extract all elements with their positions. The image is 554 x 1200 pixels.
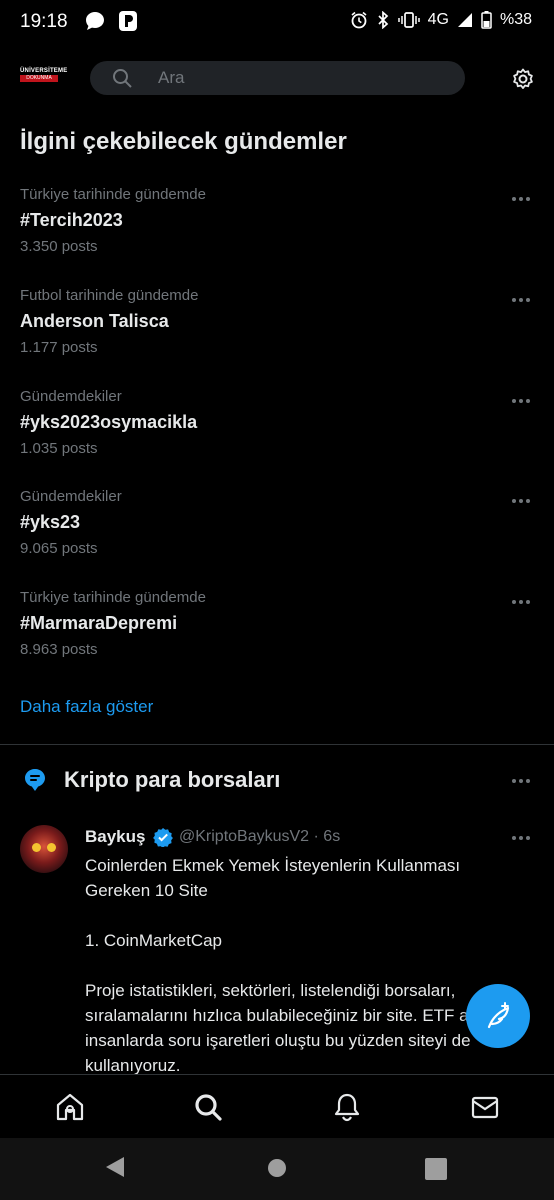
compose-feather-icon [487,1002,510,1029]
trend-context: Türkiye tarihinde gündemde [20,186,206,203]
alarm-icon [351,11,367,29]
more-options-icon[interactable] [512,776,534,786]
topic-bubble-icon [25,769,45,791]
more-options-icon[interactable] [512,396,534,406]
show-more-link[interactable]: Daha fazla göster [20,697,153,717]
search-placeholder: Ara [158,68,185,87]
network-type: 4G [427,11,449,28]
avatar-eye-left [32,843,41,852]
p-app-icon [119,11,137,31]
status-time: 19:18 [20,11,68,32]
compose-button[interactable] [466,984,530,1048]
trend-context: Türkiye tarihinde gündemde [20,589,206,606]
status-bar: 19:18 4G %38 [0,0,554,46]
search-icon [113,69,132,88]
back-icon[interactable] [106,1157,124,1177]
system-nav-bar [0,1138,554,1200]
trend-context: Gündemdekiler [20,388,122,405]
messages-envelope-icon[interactable] [470,1092,500,1122]
logo-line1: ÜNİVERSİTEME [20,68,68,74]
more-options-icon[interactable] [512,496,534,506]
tweet-text-line: 1. CoinMarketCap [85,931,223,950]
more-options-icon[interactable] [512,194,534,204]
chat-bubble-icon [86,12,104,30]
battery-icon [481,11,492,29]
trend-name: #yks2023osymacikla [20,412,198,432]
trend-count: 9.065 posts [20,540,98,557]
avatar[interactable] [20,825,68,873]
notifications-bell-icon[interactable] [332,1092,362,1122]
trend-item[interactable]: Gündemdekiler #yks2023osymacikla 1.035 p… [0,388,554,488]
recents-square-icon[interactable] [425,1158,447,1180]
trend-count: 1.177 posts [20,339,98,356]
signal-icon [457,13,472,27]
trend-context: Gündemdekiler [20,488,122,505]
avatar-eye-right [47,843,56,852]
status-right-group: 4G %38 [350,11,532,29]
section-divider [0,744,554,745]
trends-section-title: İlgini çekebilecek gündemler [20,128,347,155]
trend-name: #MarmaraDepremi [20,613,178,633]
trend-context: Futbol tarihinde gündemde [20,287,199,304]
bluetooth-icon [378,11,388,29]
topic-title: Kripto para borsaları [64,767,281,792]
bottom-tab-bar [0,1074,554,1139]
trend-count: 8.963 posts [20,641,98,658]
more-options-icon[interactable] [512,597,534,607]
tweet-author-name[interactable]: Baykuş [85,827,145,847]
search-tab-icon[interactable] [193,1092,223,1122]
tweet-handle-time: @KriptoBaykusV2 · 6s [179,828,341,845]
trend-item[interactable]: Futbol tarihinde gündemde Anderson Talis… [0,287,554,387]
trend-count: 3.350 posts [20,238,98,255]
home-icon[interactable] [55,1092,85,1122]
more-options-icon[interactable] [512,833,534,843]
battery-percent: %38 [499,11,532,28]
tweet-body[interactable]: Coinlerden Ekmek Yemek İsteyenlerin Kull… [85,853,525,1078]
trend-name: #yks23 [20,512,81,532]
trend-item[interactable]: Türkiye tarihinde gündemde #Tercih2023 3… [0,186,554,286]
trend-name: #Tercih2023 [20,210,123,230]
vibrate-icon [397,12,420,28]
verified-badge-icon [153,828,173,847]
trend-count: 1.035 posts [20,440,98,457]
account-logo[interactable]: ÜNİVERSİTEME DOKUNMA [20,68,68,90]
trend-item[interactable]: Türkiye tarihinde gündemde #MarmaraDepre… [0,589,554,689]
trend-name: Anderson Talisca [20,311,169,331]
tweet-text-line: Coinlerden Ekmek Yemek İsteyenlerin Kull… [85,856,461,900]
tweet-text-line: Proje istatistikleri, sektörleri, listel… [85,981,505,1075]
logo-line2: DOKUNMA [20,75,58,82]
search-input[interactable]: Ara [90,61,465,95]
top-bar: ÜNİVERSİTEME DOKUNMA Ara [0,46,554,110]
gear-icon[interactable] [511,67,535,91]
home-circle-icon[interactable] [268,1159,286,1177]
trend-item[interactable]: Gündemdekiler #yks23 9.065 posts [0,488,554,588]
more-options-icon[interactable] [512,295,534,305]
